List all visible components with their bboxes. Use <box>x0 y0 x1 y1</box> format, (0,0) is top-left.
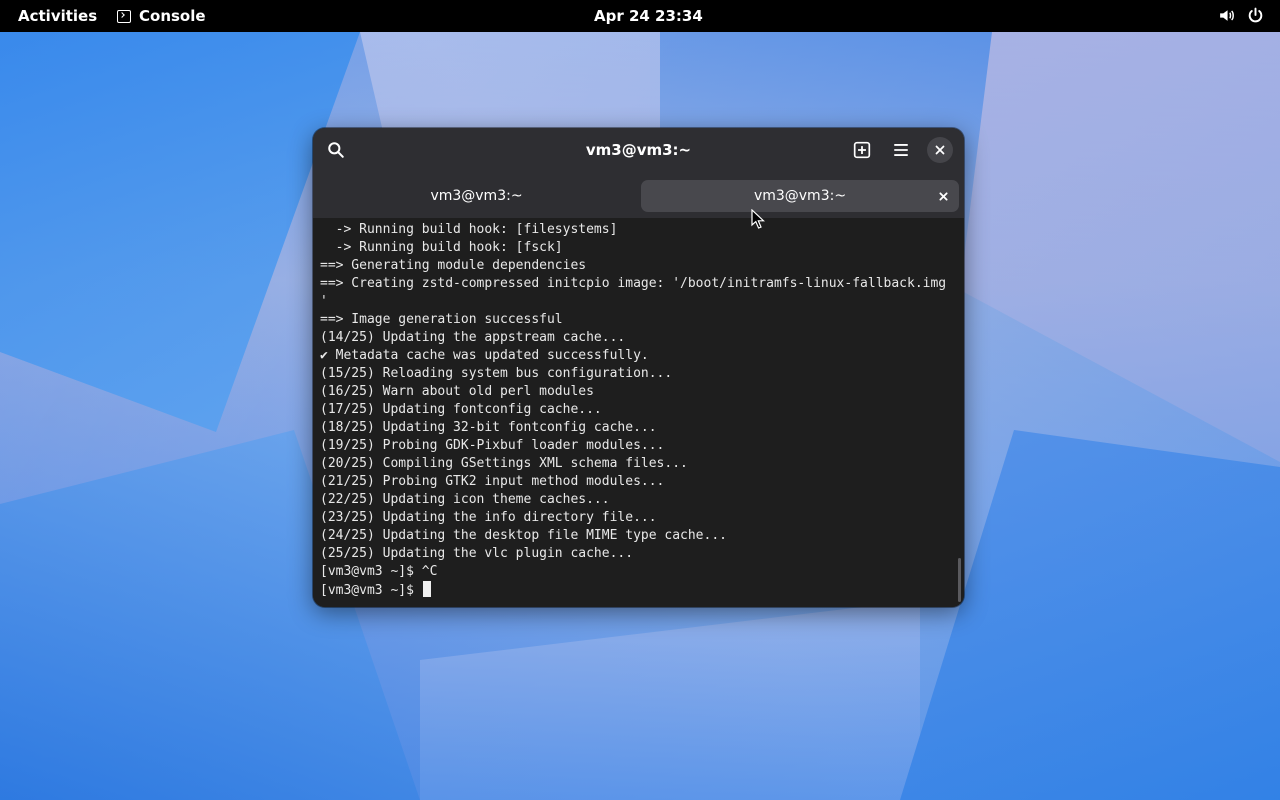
terminal-line: (18/25) Updating 32-bit fontconfig cache… <box>320 420 657 435</box>
terminal-prompt: [vm3@vm3 ~]$ <box>320 583 422 598</box>
terminal-output: -> Running build hook: [filesystems] -> … <box>320 221 946 599</box>
terminal-prompt-line[interactable]: [vm3@vm3 ~]$ <box>320 581 946 599</box>
app-name: Console <box>139 7 206 25</box>
terminal-line: [vm3@vm3 ~]$ ^C <box>320 564 438 579</box>
system-tray[interactable] <box>1218 7 1264 24</box>
terminal-line: (14/25) Updating the appstream cache... <box>320 330 626 345</box>
new-tab-button[interactable] <box>848 136 876 164</box>
terminal-line: (24/25) Updating the desktop file MIME t… <box>320 528 727 543</box>
volume-icon[interactable] <box>1218 7 1235 24</box>
scrollbar[interactable] <box>958 558 961 602</box>
terminal-line: (15/25) Reloading system bus configurati… <box>320 366 673 381</box>
close-icon <box>938 191 948 201</box>
terminal-line: (19/25) Probing GDK-Pixbuf loader module… <box>320 438 665 453</box>
top-bar: Activities Console Apr 24 23:34 <box>0 0 1280 32</box>
close-window-button[interactable] <box>927 137 953 163</box>
terminal-line: -> Running build hook: [filesystems] <box>320 222 618 237</box>
terminal-line: (25/25) Updating the vlc plugin cache... <box>320 546 634 561</box>
console-app-icon <box>117 9 131 23</box>
tab-bar: vm3@vm3:~ vm3@vm3:~ <box>313 172 964 218</box>
clock[interactable]: Apr 24 23:34 <box>594 7 703 25</box>
text-cursor <box>422 581 431 597</box>
wallpaper-facet <box>420 600 920 800</box>
header-bar[interactable]: vm3@vm3:~ <box>313 128 964 172</box>
terminal-line: (21/25) Probing GTK2 input method module… <box>320 474 665 489</box>
new-tab-icon <box>853 141 871 159</box>
terminal-line: (20/25) Compiling GSettings XML schema f… <box>320 456 688 471</box>
tab-label: vm3@vm3:~ <box>430 188 523 204</box>
terminal-line: (23/25) Updating the info directory file… <box>320 510 657 525</box>
wallpaper-facet <box>960 32 1280 462</box>
tab-close-button[interactable] <box>935 188 951 204</box>
terminal-line: ==> Creating zstd-compressed initcpio im… <box>320 276 947 291</box>
terminal-area[interactable]: -> Running build hook: [filesystems] -> … <box>313 218 964 607</box>
terminal-line: (16/25) Warn about old perl modules <box>320 384 594 399</box>
terminal-line: (22/25) Updating icon theme caches... <box>320 492 610 507</box>
main-menu-button[interactable] <box>887 136 915 164</box>
terminal-line: ==> Generating module dependencies <box>320 258 587 273</box>
terminal-line: (17/25) Updating fontconfig cache... <box>320 402 602 417</box>
app-menu-button[interactable]: Console <box>117 7 206 25</box>
hamburger-menu-icon <box>894 144 908 156</box>
terminal-line: ==> Image generation successful <box>320 312 563 327</box>
tab-2-active[interactable]: vm3@vm3:~ <box>641 180 959 212</box>
activities-button[interactable]: Activities <box>18 7 97 25</box>
tab-1[interactable]: vm3@vm3:~ <box>319 180 634 212</box>
terminal-line: ✔ Metadata cache was updated successfull… <box>320 348 649 363</box>
power-icon[interactable] <box>1247 7 1264 24</box>
console-window: vm3@vm3:~ vm3@vm3:~ vm3@vm3:~ -> Running… <box>313 128 964 607</box>
wallpaper-facet <box>0 32 360 432</box>
terminal-line: -> Running build hook: [fsck] <box>320 240 563 255</box>
tab-label: vm3@vm3:~ <box>753 188 847 204</box>
close-icon <box>935 145 945 155</box>
terminal-line: ' <box>320 294 328 309</box>
mouse-pointer-icon <box>751 209 765 229</box>
